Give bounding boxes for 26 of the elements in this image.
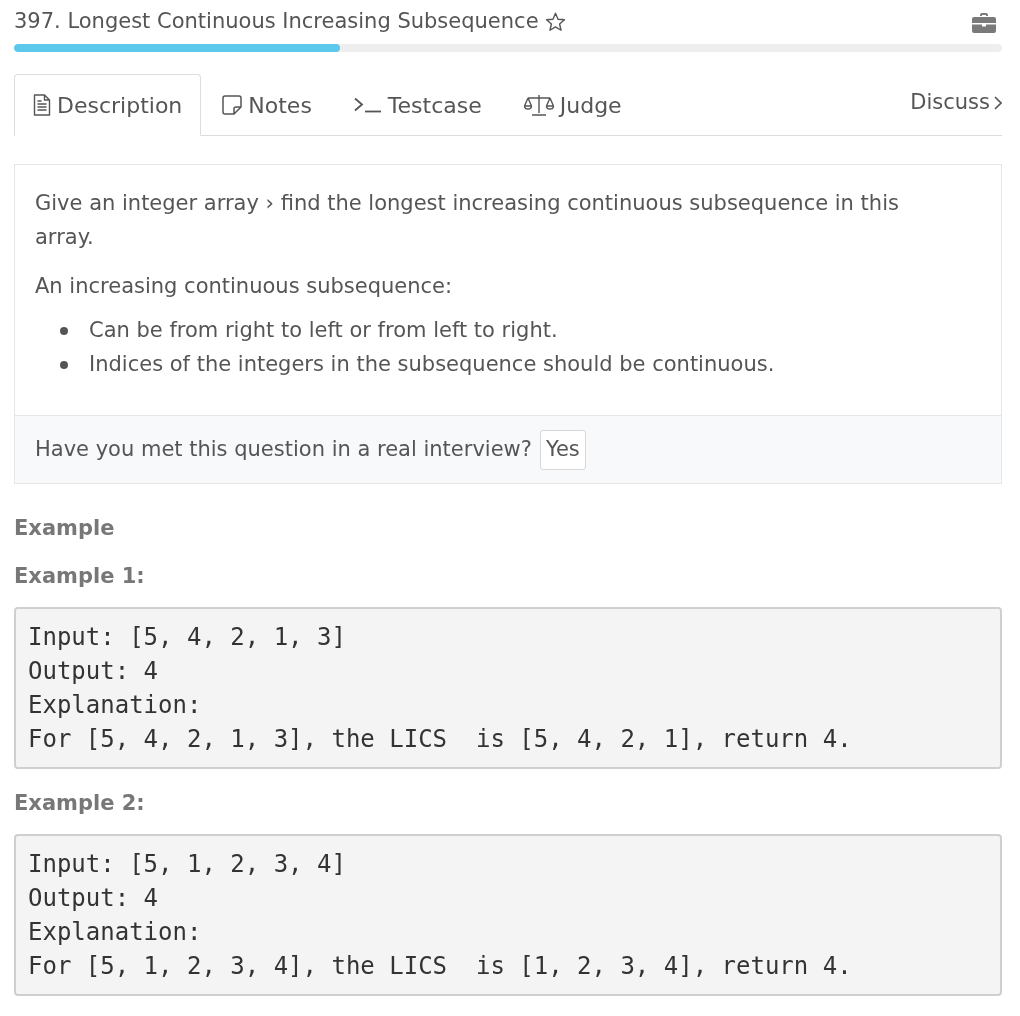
tab[interactable]: Judge	[502, 74, 643, 136]
terminal-icon	[353, 97, 382, 113]
code-block: Input: [5, 1, 2, 3, 4] Output: 4 Explanation: For [5, 1, 2, 3, 4], the LICS is [1, 2, 3, 4], return 4.	[14, 834, 1002, 996]
section-heading: Example	[14, 515, 116, 542]
tab[interactable]: Testcase	[332, 74, 503, 136]
bullet-icon	[60, 327, 68, 335]
bullet-icon	[60, 361, 68, 369]
tab[interactable]: Notes	[201, 74, 333, 136]
code-block: Input: [5, 4, 2, 1, 3] Output: 4 Explanation: For [5, 4, 2, 1, 3], the LICS is [5, 4, 2, 1], return 4.	[14, 607, 1002, 769]
scale-icon	[523, 94, 554, 116]
bullet-text: Can be from right to left or from left to right.	[89, 317, 558, 345]
document-icon	[33, 94, 51, 116]
example-title: Example 1:	[14, 563, 146, 590]
chevron-right-icon	[994, 95, 1002, 110]
example-title: Example 2:	[14, 790, 146, 817]
briefcase-icon[interactable]	[972, 11, 996, 33]
discuss-link[interactable]: Discuss	[910, 86, 1002, 119]
yes-button[interactable]: Yes	[539, 429, 586, 470]
description-text: An increasing continuous subsequence:	[35, 273, 454, 300]
tab[interactable]: Description	[14, 74, 202, 136]
interview-question: Have you met this question in a real interview?	[35, 435, 532, 463]
star-icon[interactable]	[544, 12, 566, 32]
bullet-text: Indices of the integers in the subsequence should be continuous.	[89, 351, 775, 379]
problem-title: 397. Longest Continuous Increasing Subsequence	[14, 8, 539, 36]
description-text: Give an integer array › find the longest increasing continuous subsequence in this array.	[35, 190, 900, 251]
note-icon	[222, 95, 243, 115]
